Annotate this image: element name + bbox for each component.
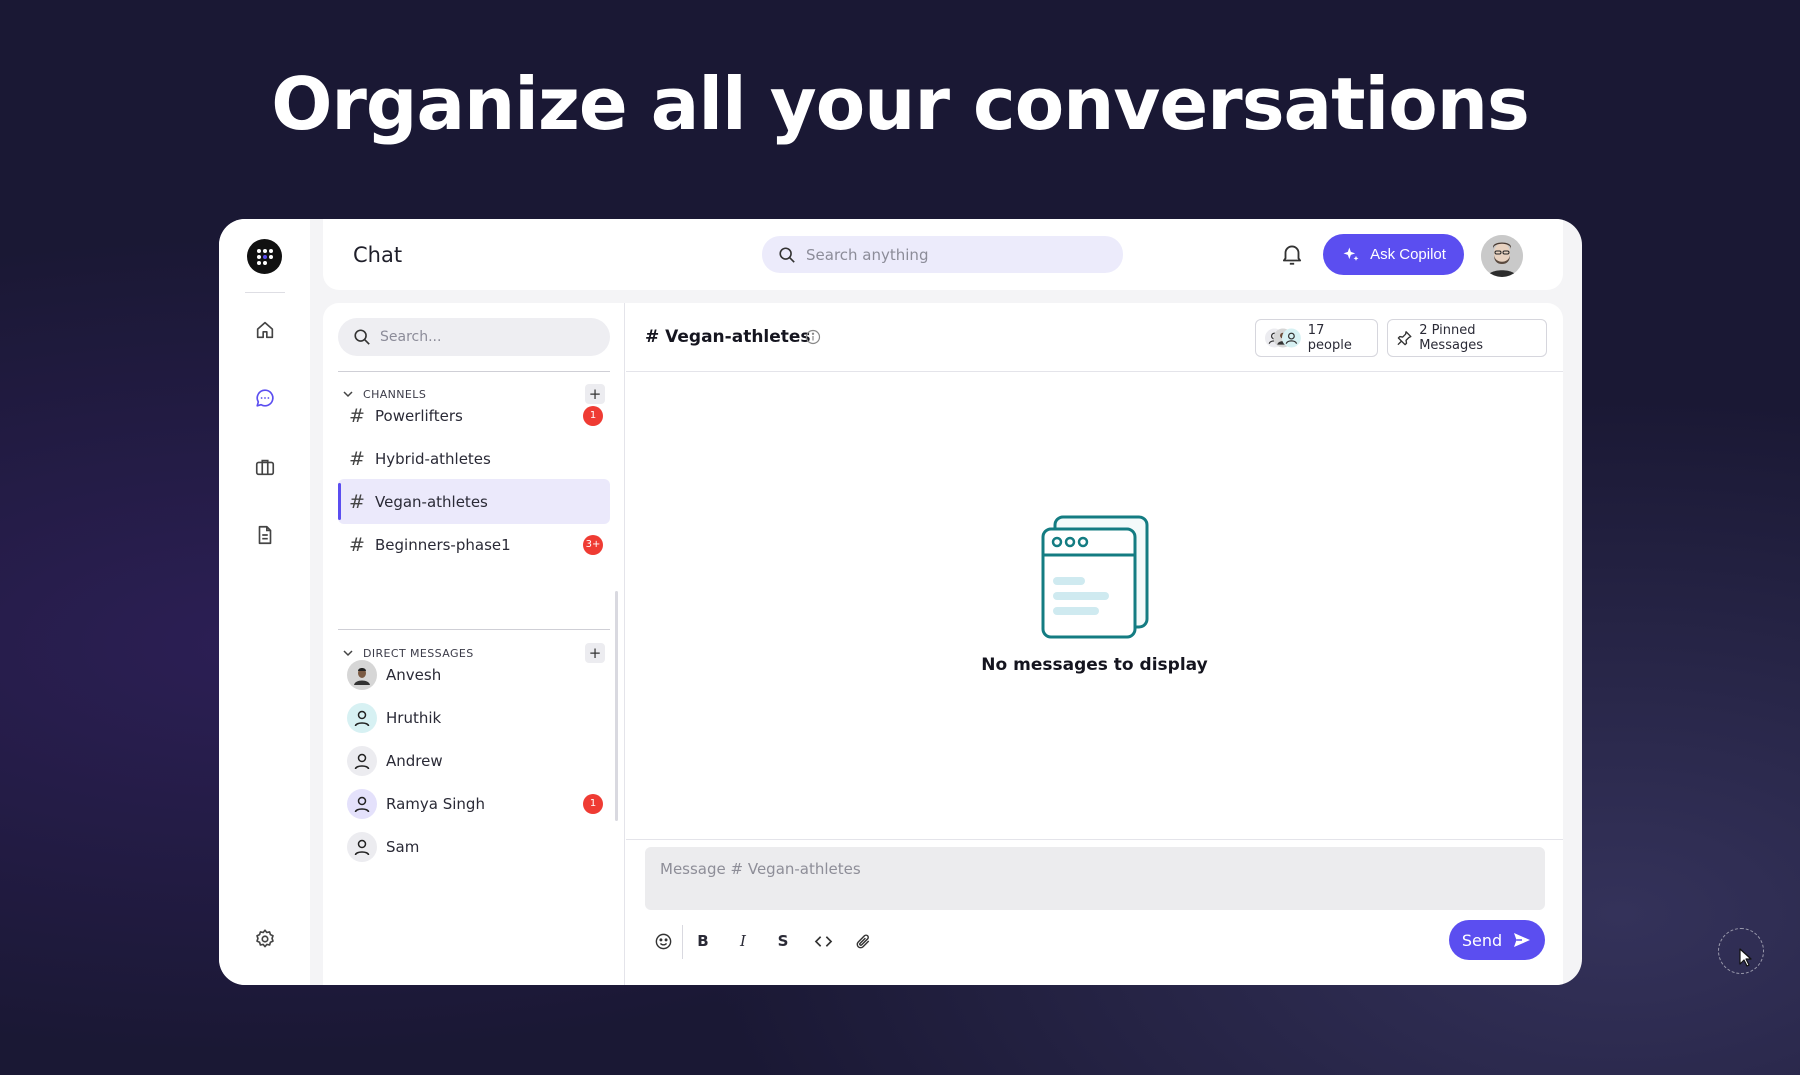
user-avatar[interactable] <box>1481 235 1523 277</box>
pinned-messages-label: 2 Pinned Messages <box>1419 323 1483 353</box>
rail-documents-button[interactable] <box>248 518 282 552</box>
channel-name: Hybrid-athletes <box>375 449 491 468</box>
dm-name: Hruthik <box>386 708 442 727</box>
send-button[interactable]: Send <box>1449 920 1545 960</box>
hash-icon: # <box>349 490 365 513</box>
bell-icon[interactable] <box>1279 241 1305 267</box>
user-icon <box>354 796 370 812</box>
channel-name: Beginners-phase1 <box>375 535 511 554</box>
unread-badge: 1 <box>583 405 603 426</box>
user-icon <box>354 753 370 769</box>
document-icon <box>258 525 272 545</box>
channel-item-hybrid-athletes[interactable]: # Hybrid-athletes <box>338 436 610 481</box>
avatar <box>347 788 377 819</box>
emoji-icon <box>655 933 671 949</box>
sparkle-icon <box>1343 247 1359 261</box>
channel-item-beginners-phase1[interactable]: # Beginners-phase1 3+ <box>338 522 610 567</box>
sidebar-divider <box>338 629 610 630</box>
channel-item-powerlifters[interactable]: # Powerlifters 1 <box>338 393 610 438</box>
chat-area: # Vegan-athletes 17 people 2 Pinned Mess… <box>626 303 1563 985</box>
message-input[interactable] <box>660 860 1530 897</box>
channel-name: Vegan-athletes <box>375 492 488 511</box>
composer-divider <box>626 839 1563 840</box>
gear-icon <box>256 929 274 948</box>
channel-title: # Vegan-athletes <box>645 327 811 347</box>
ask-copilot-label: Ask Copilot <box>1370 246 1446 263</box>
hash-icon: # <box>349 404 365 427</box>
user-icon <box>354 710 370 726</box>
app-window: Chat Ask Copilot <box>219 219 1582 985</box>
user-icon <box>354 839 370 855</box>
dm-name: Andrew <box>386 751 443 770</box>
channel-item-vegan-athletes[interactable]: # Vegan-athletes <box>338 479 610 524</box>
rail-chat-button[interactable] <box>248 381 282 415</box>
dm-item-ramya-singh[interactable]: Ramya Singh 1 <box>338 781 610 826</box>
send-label: Send <box>1461 930 1503 950</box>
dm-item-anvesh[interactable]: Anvesh <box>338 652 610 697</box>
hero-title: Organize all your conversations <box>271 62 1530 146</box>
dm-item-hruthik[interactable]: Hruthik <box>338 695 610 740</box>
toolbar-divider <box>682 925 683 959</box>
paperclip-icon <box>856 934 869 948</box>
avatar <box>347 702 377 733</box>
unread-badge: 3+ <box>583 534 603 555</box>
italic-button[interactable]: I <box>730 928 756 954</box>
bold-button[interactable]: B <box>690 928 716 954</box>
user-photo-icon <box>1481 235 1523 277</box>
sidebar-divider <box>338 371 610 372</box>
page-title: Chat <box>353 243 403 267</box>
rail-briefcase-button[interactable] <box>248 450 282 484</box>
people-avatars-icon <box>1264 328 1301 348</box>
dm-item-sam[interactable]: Sam <box>338 824 610 869</box>
sidebar-search-input[interactable] <box>380 329 600 345</box>
main-panel: CHANNELS + # Powerlifters 1 # Hybrid-ath… <box>323 303 1563 985</box>
pinned-messages-button[interactable]: 2 Pinned Messages <box>1387 319 1547 357</box>
attach-button[interactable] <box>850 928 876 954</box>
mouse-cursor-icon <box>1739 948 1752 967</box>
left-rail <box>219 219 310 985</box>
info-icon[interactable] <box>805 329 821 345</box>
rail-home-button[interactable] <box>248 313 282 347</box>
dm-item-andrew[interactable]: Andrew <box>338 738 610 783</box>
briefcase-icon <box>255 459 275 476</box>
code-icon <box>814 935 832 947</box>
avatar <box>347 831 377 862</box>
send-arrow-icon <box>1514 933 1531 947</box>
global-search[interactable] <box>762 236 1123 273</box>
hash-icon: # <box>349 533 365 556</box>
empty-inbox-illustration <box>1041 515 1149 639</box>
strikethrough-button[interactable]: S <box>770 928 796 954</box>
global-search-input[interactable] <box>806 245 1106 264</box>
people-count-label: 17 people <box>1307 323 1352 353</box>
dm-name: Sam <box>386 837 420 856</box>
ask-copilot-button[interactable]: Ask Copilot <box>1323 234 1464 275</box>
dm-name: Ramya Singh <box>386 794 485 813</box>
search-icon <box>779 246 795 263</box>
code-button[interactable] <box>810 928 836 954</box>
home-icon <box>256 321 274 339</box>
dm-name: Anvesh <box>386 665 442 684</box>
pin-icon <box>1397 331 1412 346</box>
channel-name: Powerlifters <box>375 406 463 425</box>
rail-divider <box>245 292 285 293</box>
conversation-sidebar: CHANNELS + # Powerlifters 1 # Hybrid-ath… <box>323 303 625 985</box>
unread-badge: 1 <box>583 793 603 814</box>
chat-header: # Vegan-athletes 17 people 2 Pinned Mess… <box>626 303 1563 372</box>
top-bar: Chat Ask Copilot <box>323 219 1563 290</box>
avatar <box>347 745 377 776</box>
empty-state-text: No messages to display <box>981 655 1208 675</box>
logo-dots-icon <box>256 248 273 265</box>
app-logo[interactable] <box>247 239 282 274</box>
message-composer[interactable] <box>645 847 1545 910</box>
search-icon <box>354 329 370 345</box>
emoji-button[interactable] <box>650 928 676 954</box>
sidebar-search[interactable] <box>338 318 610 356</box>
sidebar-scrollbar[interactable] <box>615 591 618 821</box>
user-photo-icon <box>354 667 370 685</box>
hash-icon: # <box>349 447 365 470</box>
chat-bubble-icon <box>256 389 274 407</box>
people-button[interactable]: 17 people <box>1255 319 1378 357</box>
avatar <box>347 659 377 690</box>
rail-settings-button[interactable] <box>248 922 282 956</box>
